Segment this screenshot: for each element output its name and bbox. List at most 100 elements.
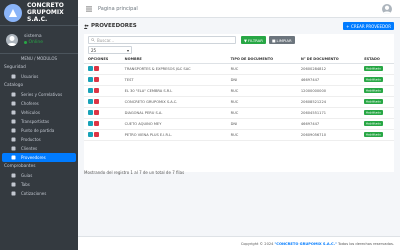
table-row: CONCRETO GRUPOMIX S.A.C. RUC 20608521224 Ha… bbox=[84, 96, 394, 108]
plus-icon: + bbox=[346, 23, 350, 29]
footer-company-link[interactable]: "CONCRETO GRUPOMIX S.A.C." bbox=[274, 242, 337, 246]
status-badge: Habilitado bbox=[364, 132, 383, 137]
delete-icon[interactable] bbox=[94, 66, 99, 71]
edit-icon[interactable] bbox=[88, 110, 93, 115]
column-header: N° DE DOCUMENTO bbox=[296, 56, 361, 64]
sidebar-item-punto-de-partida[interactable]: Punto de partida bbox=[2, 126, 76, 135]
sidebar-item-guias[interactable]: Guias bbox=[2, 171, 76, 180]
truck-icon bbox=[10, 119, 16, 124]
delete-icon[interactable] bbox=[94, 110, 99, 115]
providers-table: OPCIONES NOMBRE TIPO DE DOCUMENTO N° DE DOC… bbox=[84, 56, 394, 141]
cell-doc-type: RUC bbox=[226, 107, 297, 119]
nav-group-label: Seguridad bbox=[4, 65, 26, 70]
sidebar-item-label: Vehiculos bbox=[21, 110, 40, 115]
truck-icon bbox=[10, 110, 16, 115]
clear-button[interactable]: ■ LIMPIAR bbox=[268, 36, 295, 44]
sidebar-item-usuarios[interactable]: Usuarios bbox=[2, 72, 76, 81]
cell-name: CUETO AQUINO MEY bbox=[120, 118, 227, 130]
status-badge: Habilitado bbox=[364, 66, 383, 71]
table-row: EL 30 "ELA" CEMBRA S.R.L RUC 12000000000 Ha… bbox=[84, 85, 394, 97]
sidebar-item-cotizaciones[interactable]: Cotizaciones bbox=[2, 189, 76, 198]
top-user-avatar[interactable] bbox=[382, 4, 392, 14]
status-badge: Habilitado bbox=[364, 121, 383, 126]
providers-card: Buscar... ▼ FILTRAR ■ LIMPIAR 25 ▾ OPCIONE… bbox=[84, 34, 394, 172]
filter-button[interactable]: ▼ FILTRAR bbox=[241, 36, 266, 44]
sidebar-item-choferes[interactable]: Choferes bbox=[2, 99, 76, 108]
cell-name: TRANSPORTES & EXPRESOS J&C SAC bbox=[120, 63, 227, 75]
cell-doc-type: DNI bbox=[226, 74, 297, 86]
users-icon bbox=[84, 24, 89, 29]
nav-group-label: Catalogo bbox=[4, 83, 24, 88]
edit-icon[interactable] bbox=[88, 88, 93, 93]
sidebar-item-vehiculos[interactable]: Vehiculos bbox=[2, 108, 76, 117]
search-input[interactable]: Buscar... bbox=[88, 36, 236, 44]
file-icon bbox=[10, 173, 16, 178]
cell-doc-number: 20600284812 bbox=[296, 63, 361, 75]
driver-icon bbox=[10, 101, 16, 106]
column-header: TIPO DE DOCUMENTO bbox=[226, 56, 297, 64]
delete-icon[interactable] bbox=[94, 99, 99, 104]
edit-icon[interactable] bbox=[88, 121, 93, 126]
delete-icon[interactable] bbox=[94, 132, 99, 137]
sidebar: CONCRETO GRUPOMIX S.A.C. sistema Online … bbox=[0, 0, 78, 250]
cell-doc-number: 20609056710 bbox=[296, 129, 361, 141]
table-row: TRANSPORTES & EXPRESOS J&C SAC RUC 2060028… bbox=[84, 63, 394, 75]
status-badge: Habilitado bbox=[364, 110, 383, 115]
sidebar-item-label: Punto de partida bbox=[21, 128, 55, 133]
edit-icon[interactable] bbox=[88, 77, 93, 82]
table-row: CUETO AQUINO MEY DNI 46697447 Habilitado bbox=[84, 118, 394, 130]
cell-doc-number: 20608521224 bbox=[296, 96, 361, 108]
sidebar-item-label: Choferes bbox=[21, 101, 39, 106]
table-row: DIAGONAL PERU S.A. RUC 20604551171 Habilita… bbox=[84, 107, 394, 119]
footer: Copyright © 2024 "CONCRETO GRUPOMIX S.A.… bbox=[78, 236, 400, 250]
sidebar-item-label: Clientes bbox=[21, 146, 38, 151]
delete-icon[interactable] bbox=[94, 121, 99, 126]
sidebar-item-label: Series y Correlativos bbox=[21, 92, 63, 97]
page-size-select[interactable]: 25 ▾ bbox=[88, 46, 132, 54]
map-pin-icon bbox=[10, 128, 16, 133]
cell-doc-number: 46697447 bbox=[296, 74, 361, 86]
cell-name: TEST bbox=[120, 74, 227, 86]
sidebar-item-productos[interactable]: Productos bbox=[2, 135, 76, 144]
cell-doc-type: RUC bbox=[226, 85, 297, 97]
cell-doc-number: 20604551171 bbox=[296, 107, 361, 119]
cell-name: CONCRETO GRUPOMIX S.A.C. bbox=[120, 96, 227, 108]
sidebar-item-label: Tabs bbox=[21, 182, 30, 187]
create-provider-button[interactable]: + CREAR PROVEEDOR bbox=[343, 22, 394, 30]
online-dot-icon bbox=[24, 41, 27, 44]
edit-icon[interactable] bbox=[88, 132, 93, 137]
main-content: PROVEEDORES + CREAR PROVEEDOR Buscar... … bbox=[78, 18, 400, 236]
users-icon bbox=[10, 146, 16, 151]
page-title: PROVEEDORES bbox=[91, 23, 137, 29]
cell-doc-number: 12000000000 bbox=[296, 85, 361, 97]
sidebar-item-proveedores[interactable]: Proveedores bbox=[2, 153, 76, 162]
sidebar-item-transportistas[interactable]: Transportistas bbox=[2, 117, 76, 126]
edit-icon[interactable] bbox=[88, 99, 93, 104]
sidebar-item-label: Usuarios bbox=[21, 74, 39, 79]
users-icon bbox=[10, 155, 16, 160]
sidebar-item-clientes[interactable]: Clientes bbox=[2, 144, 76, 153]
table-row: PETRO VIENA PLUS E.I.R.L. RUC 20609056710 H… bbox=[84, 129, 394, 141]
status-badge: Habilitado bbox=[364, 88, 383, 93]
cell-name: EL 30 "ELA" CEMBRA S.R.L bbox=[120, 85, 227, 97]
status-badge: Habilitado bbox=[364, 99, 383, 104]
brand[interactable]: CONCRETO GRUPOMIX S.A.C. bbox=[0, 0, 78, 26]
delete-icon[interactable] bbox=[94, 77, 99, 82]
user-status: Online bbox=[28, 39, 44, 45]
sidebar-item-tabs[interactable]: Tabs bbox=[2, 180, 76, 189]
filter-icon: ▼ bbox=[244, 37, 247, 43]
status-badge: Habilitado bbox=[364, 77, 383, 82]
column-header: OPCIONES bbox=[84, 56, 121, 64]
eraser-icon: ■ bbox=[271, 37, 276, 43]
page-header: PROVEEDORES + CREAR PROVEEDOR bbox=[78, 18, 400, 34]
column-header: ESTADO bbox=[360, 56, 394, 64]
sidebar-item-label: Guias bbox=[21, 173, 33, 178]
menu-toggle-icon[interactable] bbox=[86, 6, 92, 12]
file-icon bbox=[10, 182, 16, 187]
edit-icon[interactable] bbox=[88, 66, 93, 71]
breadcrumb[interactable]: Pagina principal bbox=[98, 6, 138, 12]
delete-icon[interactable] bbox=[94, 88, 99, 93]
sidebar-item-series-y-correlativos[interactable]: Series y Correlativos bbox=[2, 90, 76, 99]
cell-doc-type: RUC bbox=[226, 63, 297, 75]
file-icon bbox=[10, 191, 16, 196]
